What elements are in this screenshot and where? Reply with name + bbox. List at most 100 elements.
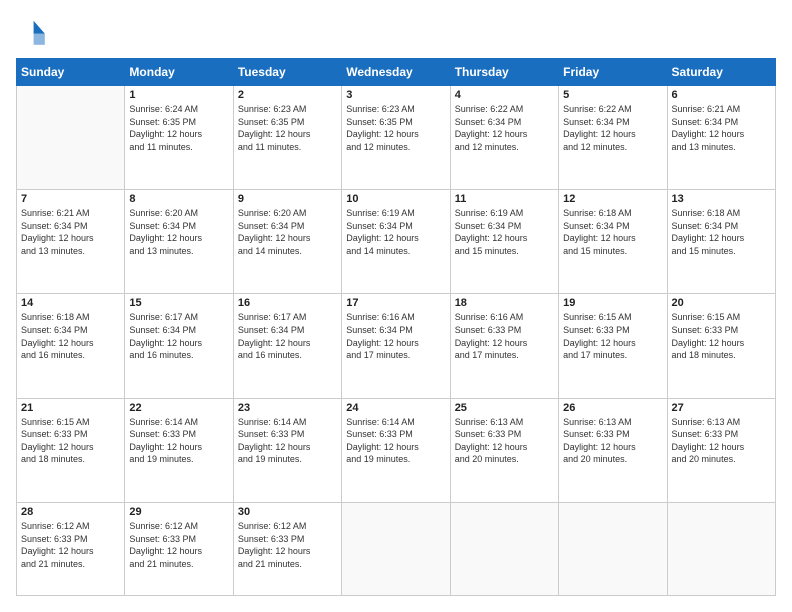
day-info: Sunrise: 6:12 AM Sunset: 6:33 PM Dayligh…	[129, 520, 228, 570]
day-info: Sunrise: 6:16 AM Sunset: 6:34 PM Dayligh…	[346, 311, 445, 361]
day-info: Sunrise: 6:18 AM Sunset: 6:34 PM Dayligh…	[563, 207, 662, 257]
day-number: 2	[238, 89, 337, 101]
calendar-week-row: 21 Sunrise: 6:15 AM Sunset: 6:33 PM Dayli…	[17, 398, 776, 502]
day-number: 27	[672, 402, 771, 414]
calendar-day-cell	[667, 502, 775, 595]
calendar-day-header: Monday	[125, 59, 233, 86]
calendar-day-cell	[17, 86, 125, 190]
calendar-day-cell: 13Sunrise: 6:18 AM Sunset: 6:34 PM Dayli…	[667, 190, 775, 294]
day-number: 13	[672, 193, 771, 205]
day-number: 26	[563, 402, 662, 414]
day-info: Sunrise: 6:14 AM Sunset: 6:33 PM Dayligh…	[238, 416, 337, 466]
day-number: 9	[238, 193, 337, 205]
calendar-day-cell: 30Sunrise: 6:12 AM Sunset: 6:33 PM Dayli…	[233, 502, 341, 595]
day-info: Sunrise: 6:24 AM Sunset: 6:35 PM Dayligh…	[129, 103, 228, 153]
day-number: 21	[21, 402, 120, 414]
day-number: 16	[238, 297, 337, 309]
calendar-day-cell: 8 Sunrise: 6:20 AM Sunset: 6:34 PM Daylig…	[125, 190, 233, 294]
calendar-day-cell: 1 Sunrise: 6:24 AM Sunset: 6:35 PM Daylig…	[125, 86, 233, 190]
day-number: 6	[672, 89, 771, 101]
calendar-day-header: Friday	[559, 59, 667, 86]
day-info: Sunrise: 6:16 AM Sunset: 6:33 PM Dayligh…	[455, 311, 554, 361]
day-number: 28	[21, 506, 120, 518]
day-info: Sunrise: 6:18 AM Sunset: 6:34 PM Dayligh…	[21, 311, 120, 361]
header	[16, 16, 776, 48]
day-info: Sunrise: 6:13 AM Sunset: 6:33 PM Dayligh…	[563, 416, 662, 466]
page: SundayMondayTuesdayWednesdayThursdayFrid…	[0, 0, 792, 612]
day-info: Sunrise: 6:13 AM Sunset: 6:33 PM Dayligh…	[455, 416, 554, 466]
day-number: 19	[563, 297, 662, 309]
calendar-day-cell: 20 Sunrise: 6:15 AM Sunset: 6:33 PM Dayli…	[667, 294, 775, 398]
day-info: Sunrise: 6:20 AM Sunset: 6:34 PM Dayligh…	[238, 207, 337, 257]
day-number: 24	[346, 402, 445, 414]
calendar-day-cell: 15 Sunrise: 6:17 AM Sunset: 6:34 PM Dayli…	[125, 294, 233, 398]
day-info: Sunrise: 6:19 AM Sunset: 6:34 PM Dayligh…	[346, 207, 445, 257]
day-number: 15	[129, 297, 228, 309]
calendar-day-cell: 24 Sunrise: 6:14 AM Sunset: 6:33 PM Dayli…	[342, 398, 450, 502]
calendar-day-cell: 7 Sunrise: 6:21 AM Sunset: 6:34 PM Daylig…	[17, 190, 125, 294]
calendar-week-row: 28 Sunrise: 6:12 AM Sunset: 6:33 PM Dayli…	[17, 502, 776, 595]
calendar-day-header: Tuesday	[233, 59, 341, 86]
day-number: 4	[455, 89, 554, 101]
logo-icon	[16, 16, 48, 48]
day-info: Sunrise: 6:23 AM Sunset: 6:35 PM Dayligh…	[238, 103, 337, 153]
day-info: Sunrise: 6:15 AM Sunset: 6:33 PM Dayligh…	[21, 416, 120, 466]
calendar-day-cell: 14 Sunrise: 6:18 AM Sunset: 6:34 PM Dayli…	[17, 294, 125, 398]
day-info: Sunrise: 6:17 AM Sunset: 6:34 PM Dayligh…	[238, 311, 337, 361]
day-info: Sunrise: 6:21 AM Sunset: 6:34 PM Dayligh…	[21, 207, 120, 257]
calendar-day-cell: 6 Sunrise: 6:21 AM Sunset: 6:34 PM Daylig…	[667, 86, 775, 190]
day-info: Sunrise: 6:22 AM Sunset: 6:34 PM Dayligh…	[455, 103, 554, 153]
calendar-week-row: 1 Sunrise: 6:24 AM Sunset: 6:35 PM Daylig…	[17, 86, 776, 190]
day-info: Sunrise: 6:15 AM Sunset: 6:33 PM Dayligh…	[563, 311, 662, 361]
calendar-day-cell: 10 Sunrise: 6:19 AM Sunset: 6:34 PM Dayli…	[342, 190, 450, 294]
day-number: 29	[129, 506, 228, 518]
calendar-day-header: Saturday	[667, 59, 775, 86]
day-number: 5	[563, 89, 662, 101]
calendar-day-cell: 5 Sunrise: 6:22 AM Sunset: 6:34 PM Daylig…	[559, 86, 667, 190]
day-number: 23	[238, 402, 337, 414]
calendar-day-cell: 9 Sunrise: 6:20 AM Sunset: 6:34 PM Daylig…	[233, 190, 341, 294]
day-info: Sunrise: 6:13 AM Sunset: 6:33 PM Dayligh…	[672, 416, 771, 466]
calendar-day-cell	[450, 502, 558, 595]
day-info: Sunrise: 6:15 AM Sunset: 6:33 PM Dayligh…	[672, 311, 771, 361]
calendar-header-row: SundayMondayTuesdayWednesdayThursdayFrid…	[17, 59, 776, 86]
calendar-day-cell: 23 Sunrise: 6:14 AM Sunset: 6:33 PM Dayli…	[233, 398, 341, 502]
calendar-day-cell	[342, 502, 450, 595]
day-info: Sunrise: 6:23 AM Sunset: 6:35 PM Dayligh…	[346, 103, 445, 153]
calendar-day-cell	[559, 502, 667, 595]
day-number: 7	[21, 193, 120, 205]
calendar-week-row: 14 Sunrise: 6:18 AM Sunset: 6:34 PM Dayli…	[17, 294, 776, 398]
calendar-day-cell: 29 Sunrise: 6:12 AM Sunset: 6:33 PM Dayli…	[125, 502, 233, 595]
calendar-day-cell: 19 Sunrise: 6:15 AM Sunset: 6:33 PM Dayli…	[559, 294, 667, 398]
day-number: 8	[129, 193, 228, 205]
calendar-day-cell: 18Sunrise: 6:16 AM Sunset: 6:33 PM Dayli…	[450, 294, 558, 398]
day-info: Sunrise: 6:19 AM Sunset: 6:34 PM Dayligh…	[455, 207, 554, 257]
calendar-day-cell: 4 Sunrise: 6:22 AM Sunset: 6:34 PM Daylig…	[450, 86, 558, 190]
calendar-day-header: Wednesday	[342, 59, 450, 86]
day-number: 11	[455, 193, 554, 205]
day-info: Sunrise: 6:14 AM Sunset: 6:33 PM Dayligh…	[346, 416, 445, 466]
day-info: Sunrise: 6:20 AM Sunset: 6:34 PM Dayligh…	[129, 207, 228, 257]
day-info: Sunrise: 6:21 AM Sunset: 6:34 PM Dayligh…	[672, 103, 771, 153]
day-info: Sunrise: 6:12 AM Sunset: 6:33 PM Dayligh…	[21, 520, 120, 570]
day-number: 10	[346, 193, 445, 205]
calendar-day-cell: 11 Sunrise: 6:19 AM Sunset: 6:34 PM Dayli…	[450, 190, 558, 294]
calendar-day-cell: 27 Sunrise: 6:13 AM Sunset: 6:33 PM Dayli…	[667, 398, 775, 502]
day-number: 1	[129, 89, 228, 101]
day-info: Sunrise: 6:17 AM Sunset: 6:34 PM Dayligh…	[129, 311, 228, 361]
logo	[16, 16, 52, 48]
calendar-day-cell: 26 Sunrise: 6:13 AM Sunset: 6:33 PM Dayli…	[559, 398, 667, 502]
calendar-day-cell: 21 Sunrise: 6:15 AM Sunset: 6:33 PM Dayli…	[17, 398, 125, 502]
day-number: 20	[672, 297, 771, 309]
calendar-week-row: 7 Sunrise: 6:21 AM Sunset: 6:34 PM Daylig…	[17, 190, 776, 294]
calendar-day-cell: 2 Sunrise: 6:23 AM Sunset: 6:35 PM Daylig…	[233, 86, 341, 190]
calendar-day-cell: 12Sunrise: 6:18 AM Sunset: 6:34 PM Dayli…	[559, 190, 667, 294]
day-info: Sunrise: 6:14 AM Sunset: 6:33 PM Dayligh…	[129, 416, 228, 466]
calendar-day-cell: 25Sunrise: 6:13 AM Sunset: 6:33 PM Dayli…	[450, 398, 558, 502]
calendar-day-cell: 16 Sunrise: 6:17 AM Sunset: 6:34 PM Dayli…	[233, 294, 341, 398]
day-number: 14	[21, 297, 120, 309]
day-info: Sunrise: 6:12 AM Sunset: 6:33 PM Dayligh…	[238, 520, 337, 570]
day-number: 3	[346, 89, 445, 101]
day-info: Sunrise: 6:22 AM Sunset: 6:34 PM Dayligh…	[563, 103, 662, 153]
calendar-day-cell: 17Sunrise: 6:16 AM Sunset: 6:34 PM Dayli…	[342, 294, 450, 398]
